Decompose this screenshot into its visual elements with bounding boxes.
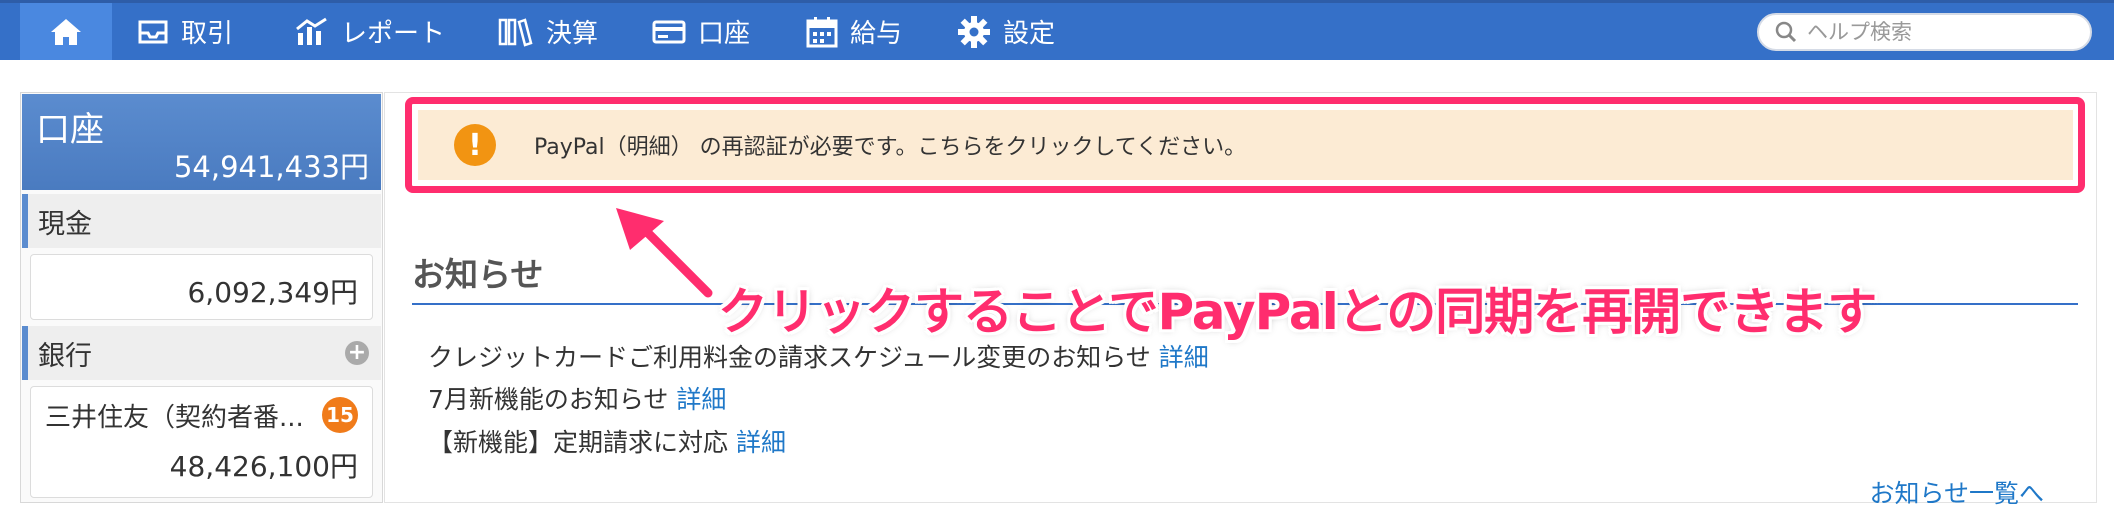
home-button[interactable] bbox=[20, 3, 112, 60]
home-icon bbox=[51, 18, 81, 45]
books-icon bbox=[498, 17, 533, 47]
reauth-alert-text: PayPal（明細） の再認証が必要です。こちらをクリックしてください。 bbox=[534, 135, 1247, 160]
news-item: 7月新機能のお知らせ 詳細 bbox=[428, 380, 726, 416]
nav-item-settlement[interactable]: 決算 bbox=[498, 3, 598, 60]
top-nav-bar: 取引 レポート 決算 口座 給与 設定 ヘルプ検索 bbox=[0, 0, 2114, 60]
gear-icon bbox=[958, 15, 990, 48]
bank-account-amount: 48,426,100円 bbox=[169, 450, 358, 483]
news-detail-link[interactable]: 詳細 bbox=[676, 385, 726, 414]
news-detail-link[interactable]: 詳細 bbox=[1159, 343, 1209, 372]
nav-item-label: 口座 bbox=[698, 19, 751, 49]
news-item-text: 【新機能】定期請求に対応 bbox=[428, 428, 729, 457]
bank-account-name: 三井住友（契約者番... bbox=[45, 403, 304, 433]
news-item-text: クレジットカードご利用料金の請求スケジュール変更のお知らせ bbox=[428, 343, 1151, 372]
calendar-icon bbox=[806, 16, 838, 47]
help-search-box[interactable] bbox=[1757, 13, 2092, 51]
annotation-caption: クリックすることでPayPalとの同期を再開できます bbox=[718, 283, 1877, 341]
nav-item-settings[interactable]: 設定 bbox=[957, 3, 1055, 60]
exclamation-icon: ! bbox=[454, 124, 496, 166]
accounts-title: 口座 bbox=[36, 110, 104, 150]
inbox-icon bbox=[138, 20, 168, 43]
news-item: 【新機能】定期請求に対応 詳細 bbox=[428, 423, 786, 459]
add-bank-button[interactable]: + bbox=[345, 341, 369, 365]
news-title: お知らせ bbox=[412, 255, 544, 294]
bank-section-header[interactable]: 銀行 + bbox=[22, 326, 381, 380]
nav-item-label: 決算 bbox=[546, 19, 599, 49]
nav-item-payroll[interactable]: 給与 bbox=[806, 3, 902, 60]
bank-account-card[interactable]: 三井住友（契約者番... 15 48,426,100円 bbox=[30, 386, 373, 498]
help-search-input[interactable] bbox=[1805, 19, 2069, 45]
reauth-alert[interactable]: ! PayPal（明細） の再認証が必要です。こちらをクリックしてください。 bbox=[418, 110, 2073, 180]
search-icon bbox=[1775, 21, 1797, 43]
card-icon bbox=[652, 20, 686, 43]
nav-item-reports[interactable]: レポート bbox=[295, 3, 445, 60]
annotation-arrow-icon bbox=[610, 203, 718, 303]
news-list-link[interactable]: お知らせ一覧へ bbox=[1869, 474, 2044, 510]
accounts-summary-header[interactable]: 口座 54,941,433円 bbox=[22, 94, 381, 190]
news-detail-link[interactable]: 詳細 bbox=[736, 428, 786, 457]
cash-section-label: 現金 bbox=[38, 208, 92, 240]
nav-item-label: 取引 bbox=[181, 19, 234, 49]
nav-item-label: レポート bbox=[341, 19, 446, 49]
nav-item-transactions[interactable]: 取引 bbox=[137, 3, 233, 60]
chart-icon bbox=[296, 17, 327, 45]
bank-section-label: 銀行 bbox=[38, 340, 92, 372]
cash-amount: 6,092,349円 bbox=[187, 276, 358, 309]
nav-item-accounts[interactable]: 口座 bbox=[652, 3, 750, 60]
nav-item-label: 設定 bbox=[1003, 19, 1056, 49]
cash-account-card[interactable]: 6,092,349円 bbox=[30, 254, 373, 320]
news-item-text: 7月新機能のお知らせ bbox=[428, 385, 669, 414]
cash-section-header[interactable]: 現金 bbox=[22, 194, 381, 248]
unread-count-badge: 15 bbox=[322, 397, 358, 433]
nav-item-label: 給与 bbox=[850, 19, 903, 49]
accounts-total: 54,941,433円 bbox=[173, 150, 369, 184]
